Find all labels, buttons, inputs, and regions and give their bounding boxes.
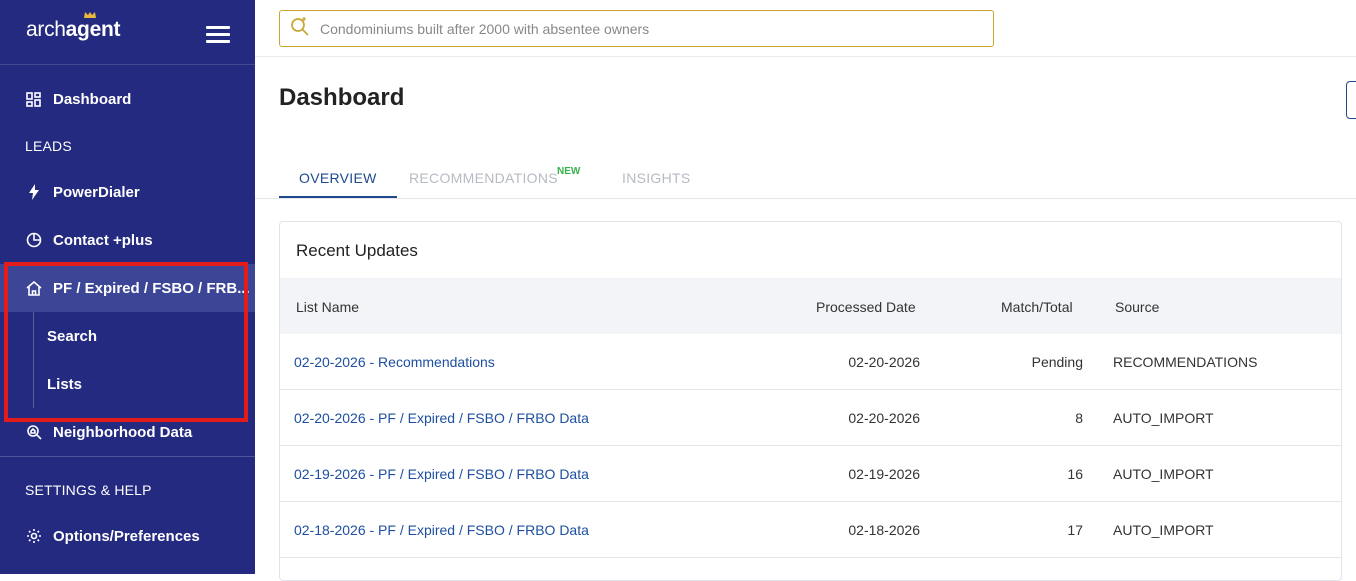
dashboard-grid-icon xyxy=(25,91,42,108)
top-bar xyxy=(255,0,1356,57)
column-header-list-name[interactable]: List Name xyxy=(296,299,359,315)
column-header-processed-date[interactable]: Processed Date xyxy=(816,299,916,315)
processed-date: 02-19-2026 xyxy=(848,466,920,482)
gear-icon xyxy=(25,528,42,545)
crown-icon xyxy=(84,12,96,18)
map-search-icon xyxy=(25,424,42,441)
source: AUTO_IMPORT xyxy=(1113,522,1214,538)
sidebar-item-label: PowerDialer xyxy=(53,183,140,201)
new-badge: NEW xyxy=(557,166,581,177)
match-total: 8 xyxy=(1075,410,1083,426)
column-header-source[interactable]: Source xyxy=(1115,299,1159,315)
match-total: 16 xyxy=(1067,466,1083,482)
table-row: 02-20-2026 - Recommendations 02-20-2026 … xyxy=(280,334,1341,390)
tabs-divider xyxy=(255,198,1356,199)
source: AUTO_IMPORT xyxy=(1113,410,1214,426)
tab-recommendations[interactable]: RECOMMENDATIONS xyxy=(409,158,558,198)
leads-section-heading: LEADS xyxy=(25,138,72,154)
logo-prefix: arch xyxy=(26,18,66,41)
processed-date: 02-20-2026 xyxy=(848,410,920,426)
table-row: 02-19-2026 - PF / Expired / FSBO / FRBO … xyxy=(280,446,1341,502)
pie-chart-icon xyxy=(25,232,42,249)
highlight-annotation xyxy=(4,262,248,422)
archagent-logo[interactable]: archagent xyxy=(26,18,120,42)
list-name-link[interactable]: 02-19-2026 - PF / Expired / FSBO / FRBO … xyxy=(294,466,589,482)
tab-insights[interactable]: INSIGHTS xyxy=(622,158,691,198)
list-name-link[interactable]: 02-20-2026 - Recommendations xyxy=(294,354,495,370)
source: RECOMMENDATIONS xyxy=(1113,354,1258,370)
source: AUTO_IMPORT xyxy=(1113,466,1214,482)
table-header: List Name Processed Date Match/Total Sou… xyxy=(280,278,1341,334)
search-input[interactable] xyxy=(320,20,980,37)
magic-search-icon xyxy=(290,16,310,41)
sidebar-item-label: Dashboard xyxy=(53,90,132,108)
header-action-button[interactable] xyxy=(1346,81,1356,119)
sidebar-item-label: Options/Preferences xyxy=(53,527,200,545)
lightning-icon xyxy=(25,184,42,201)
page-title: Dashboard xyxy=(279,84,405,111)
list-name-link[interactable]: 02-20-2026 - PF / Expired / FSBO / FRBO … xyxy=(294,410,589,426)
menu-toggle-icon[interactable] xyxy=(206,26,230,44)
processed-date: 02-20-2026 xyxy=(848,354,920,370)
sidebar-item-powerdialer[interactable]: PowerDialer xyxy=(0,168,255,216)
sidebar-divider xyxy=(0,456,255,457)
sidebar-item-label: Contact +plus xyxy=(53,231,153,249)
processed-date: 02-18-2026 xyxy=(848,522,920,538)
match-total: Pending xyxy=(1031,354,1083,370)
list-name-link[interactable]: 02-18-2026 - PF / Expired / FSBO / FRBO … xyxy=(294,522,589,538)
card-title: Recent Updates xyxy=(296,241,418,260)
sidebar-item-dashboard[interactable]: Dashboard xyxy=(0,75,255,123)
column-header-match-total[interactable]: Match/Total xyxy=(1001,299,1073,315)
logo-suffix: agent xyxy=(65,18,121,41)
match-total: 17 xyxy=(1067,522,1083,538)
brand-header: archagent xyxy=(0,0,255,65)
search-box[interactable] xyxy=(279,10,994,47)
sidebar: archagent Dashboard LEADS PowerDialer Co… xyxy=(0,0,255,574)
table-row: 02-20-2026 - PF / Expired / FSBO / FRBO … xyxy=(280,390,1341,446)
settings-section-heading: SETTINGS & HELP xyxy=(25,482,152,498)
recent-updates-card: Recent Updates List Name Processed Date … xyxy=(279,221,1342,581)
sidebar-item-contact-plus[interactable]: Contact +plus xyxy=(0,216,255,264)
sidebar-item-label: Neighborhood Data xyxy=(53,423,193,441)
table-row: 02-18-2026 - PF / Expired / FSBO / FRBO … xyxy=(280,502,1341,558)
sidebar-item-options-preferences[interactable]: Options/Preferences xyxy=(0,512,255,560)
tab-overview[interactable]: OVERVIEW xyxy=(279,158,397,198)
